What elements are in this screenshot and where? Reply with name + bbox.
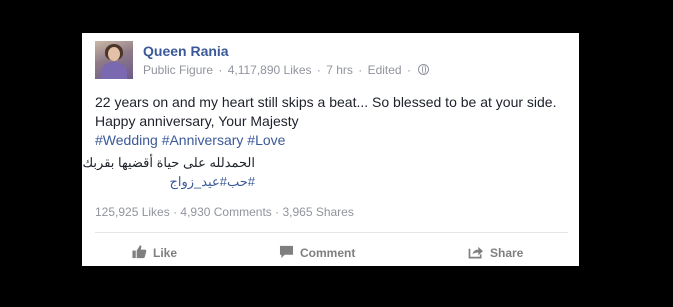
arabic-text-line: الحمدلله على حياة أقضيها بقربك xyxy=(82,155,255,170)
hashtag-line: #Wedding #Anniversary #Love xyxy=(95,131,570,150)
author-category: Public Figure xyxy=(143,63,214,77)
hashtag-hob[interactable]: #حب xyxy=(227,174,255,189)
hashtag-love[interactable]: #Love xyxy=(247,132,285,148)
globe-icon xyxy=(418,64,430,75)
hashtag-anniversary[interactable]: #Anniversary xyxy=(162,132,244,148)
post-timestamp[interactable]: 7 hrs xyxy=(326,63,353,77)
thumbs-up-icon xyxy=(132,244,147,262)
like-label: Like xyxy=(153,246,178,260)
edited-label[interactable]: Edited xyxy=(368,63,402,77)
post-message: 22 years on and my heart still skips a b… xyxy=(95,93,570,150)
arabic-hashtag-line: #حب#عيد_زواج xyxy=(95,172,255,191)
page-likes-count[interactable]: 4,117,890 Likes xyxy=(228,63,312,77)
facebook-post-card: Queen Rania Public Figure · 4,117,890 Li… xyxy=(82,33,579,266)
shares-count-link[interactable]: 3,965 Shares xyxy=(282,205,353,219)
engagement-stats: 125,925 Likes · 4,930 Comments · 3,965 S… xyxy=(95,205,354,219)
share-label: Share xyxy=(490,246,524,260)
divider xyxy=(95,232,568,233)
message-line-2: Happy anniversary, Your Majesty xyxy=(95,113,299,129)
message-line-1: 22 years on and my heart still skips a b… xyxy=(95,94,557,110)
author-name[interactable]: Queen Rania xyxy=(143,43,229,59)
like-button[interactable]: Like xyxy=(132,242,177,264)
hashtag-eid-zawaj[interactable]: #عيد_زواج xyxy=(169,174,227,189)
hashtag-wedding[interactable]: #Wedding xyxy=(95,132,158,148)
comment-button[interactable]: Comment xyxy=(279,242,355,264)
share-arrow-icon xyxy=(468,245,484,262)
avatar[interactable] xyxy=(95,41,133,79)
arabic-message: الحمدلله على حياة أقضيها بقربك #حب#عيد_ز… xyxy=(82,153,255,191)
post-meta: Public Figure · 4,117,890 Likes · 7 hrs … xyxy=(143,63,430,77)
comments-count-link[interactable]: 4,930 Comments xyxy=(180,205,271,219)
speech-bubble-icon xyxy=(279,245,294,262)
action-bar: Like Comment Share xyxy=(95,242,568,264)
likes-count-link[interactable]: 125,925 Likes xyxy=(95,205,170,219)
share-button[interactable]: Share xyxy=(468,242,523,264)
comment-label: Comment xyxy=(300,246,356,260)
post-header: Queen Rania Public Figure · 4,117,890 Li… xyxy=(95,41,565,81)
